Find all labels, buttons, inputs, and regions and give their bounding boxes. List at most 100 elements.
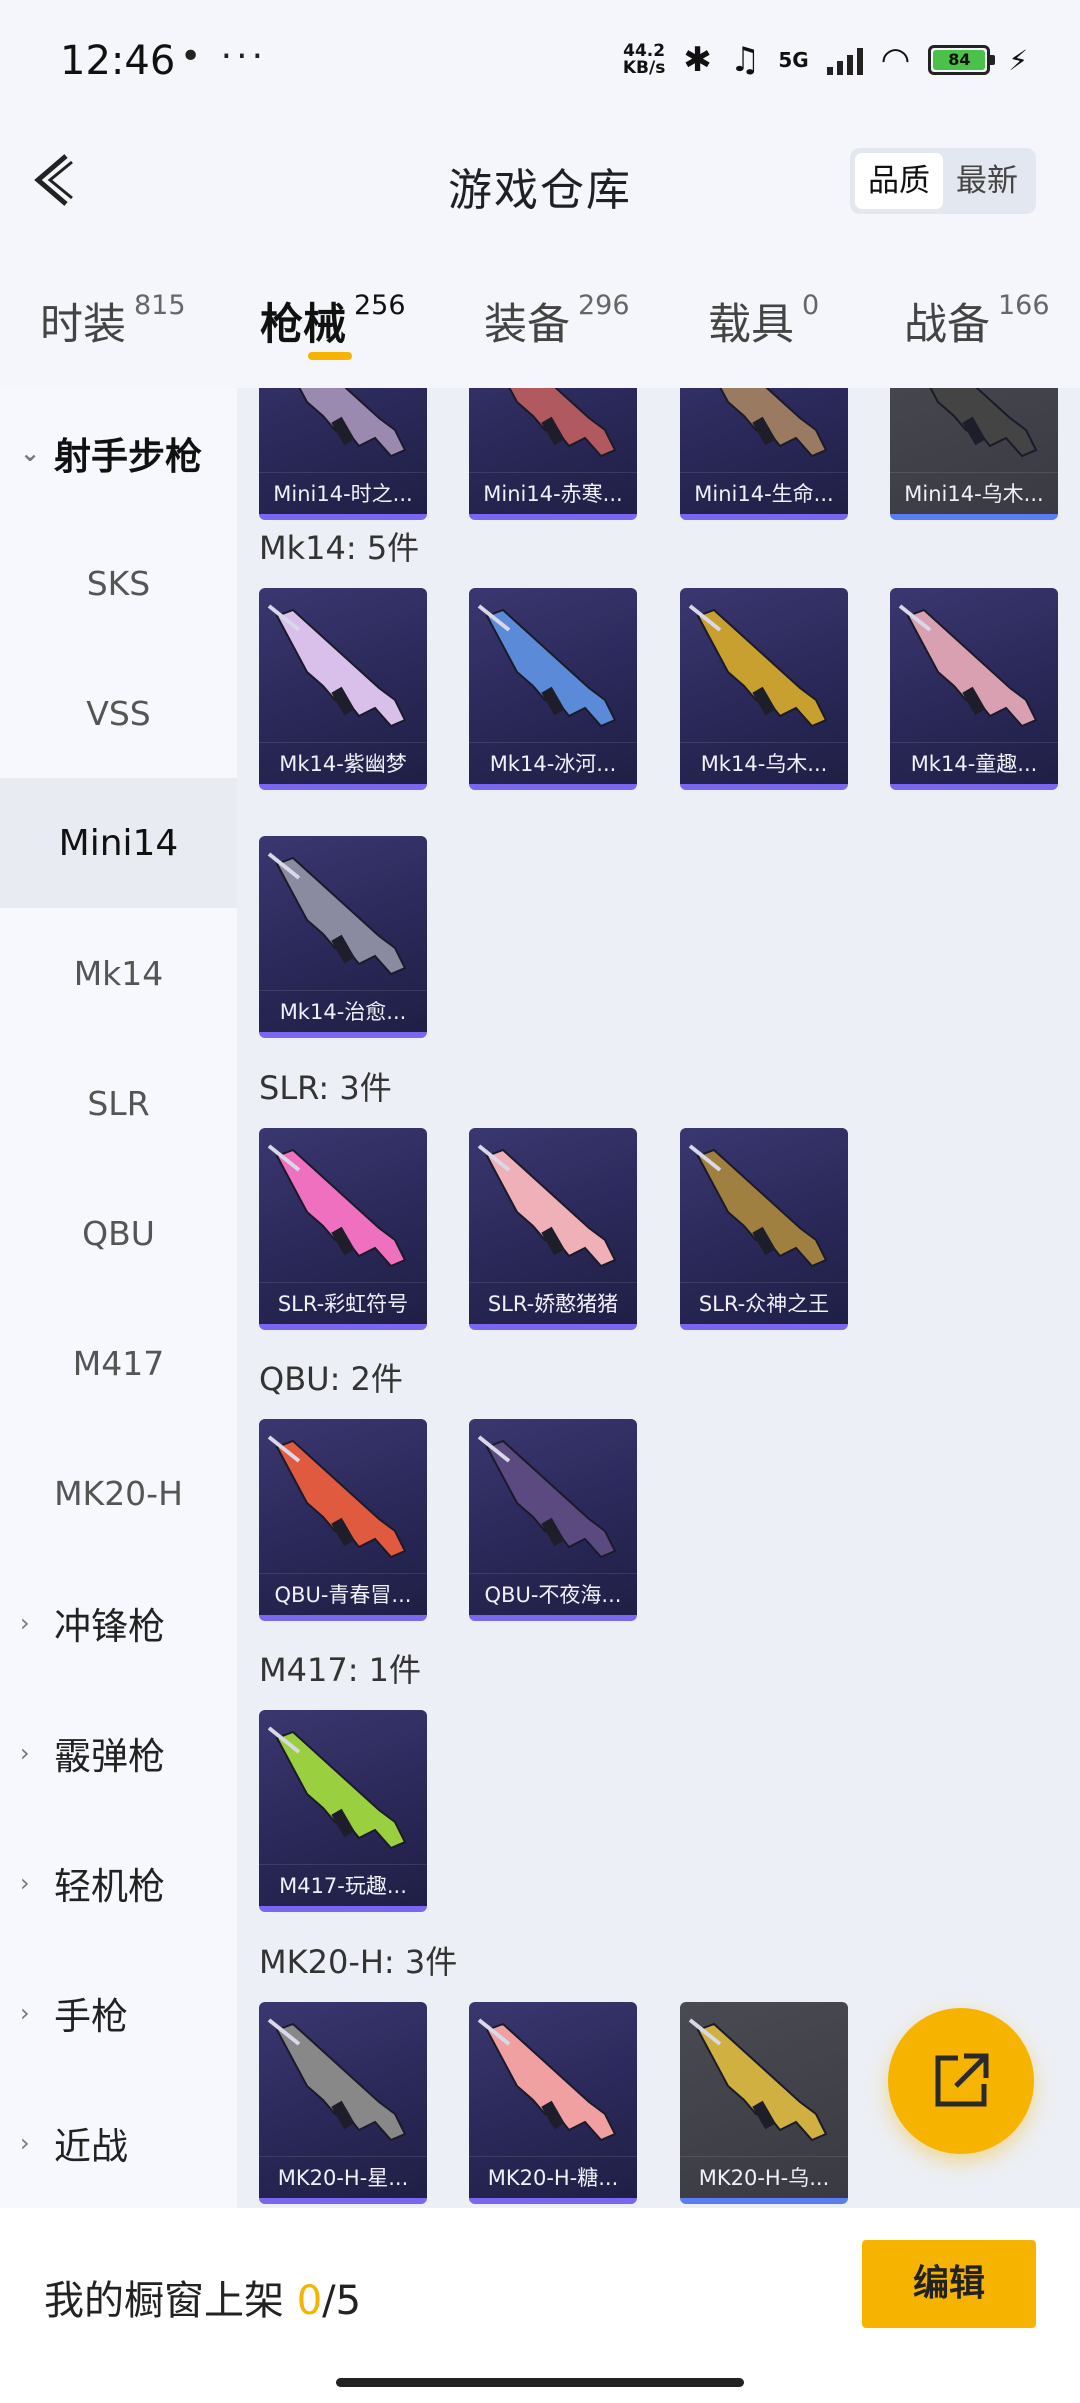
chevron-right-icon: ›	[20, 2129, 30, 2157]
tab-vehicles[interactable]: 载具 0	[708, 290, 819, 352]
item-card[interactable]: Mini14-赤寒...	[469, 388, 637, 520]
sidebar-item-mk14[interactable]: Mk14	[0, 908, 237, 1038]
tab-equipment[interactable]: 装备 296	[484, 290, 630, 352]
edit-button[interactable]: 编辑	[862, 2240, 1036, 2328]
item-card-label: MK20-H-乌...	[680, 2156, 848, 2198]
item-card[interactable]: Mini14-生命...	[680, 388, 848, 520]
header: 游戏仓库 品质 最新	[0, 130, 1080, 230]
sidebar-parent-shotgun[interactable]: › 霰弹枪	[0, 1688, 237, 1818]
item-grid: Mk14: 5件 SLR: 3件 QBU: 2件 M417: 1件 MK20-H…	[237, 388, 1080, 2208]
gun-skin-icon	[508, 388, 617, 458]
chevron-right-icon: ›	[20, 1739, 30, 1767]
item-card-label: Mk14-治愈...	[259, 990, 427, 1032]
sidebar-parent-pistol[interactable]: › 手枪	[0, 1948, 237, 2078]
signal-icon	[826, 45, 863, 75]
item-card[interactable]: Mk14-紫幽梦	[259, 588, 427, 790]
home-indicator[interactable]	[336, 2378, 744, 2387]
item-card-label: Mk14-紫幽梦	[259, 742, 427, 784]
earbuds-icon: ♫	[729, 40, 761, 80]
sidebar-parent-smg[interactable]: › 冲锋枪	[0, 1558, 237, 1688]
sidebar-item-vss[interactable]: VSS	[0, 648, 237, 778]
sidebar-item-mini14[interactable]: Mini14	[0, 778, 237, 908]
sidebar-item-m417[interactable]: M417	[0, 1298, 237, 1428]
sidebar-item-slr[interactable]: SLR	[0, 1038, 237, 1168]
sidebar-parent-lmg[interactable]: › 轻机枪	[0, 1818, 237, 1948]
item-card[interactable]: MK20-H-星...	[259, 2002, 427, 2204]
item-card-label: Mini14-赤寒...	[469, 472, 637, 514]
chevron-right-icon: ›	[20, 1869, 30, 1897]
item-card[interactable]: M417-玩趣...	[259, 1710, 427, 1912]
notification-dots: • ···	[180, 36, 268, 77]
item-card-label: MK20-H-糖...	[469, 2156, 637, 2198]
network-type: 5G	[778, 48, 809, 72]
item-card[interactable]: QBU-不夜海...	[469, 1419, 637, 1621]
status-bar: 12:46 • ··· 44.2 KB/s ✱ ♫ 5G ◠ 84 ⚡	[0, 0, 1080, 130]
sidebar-parent-melee[interactable]: › 近战	[0, 2078, 237, 2208]
sidebar-item-sks[interactable]: SKS	[0, 518, 237, 648]
item-card-label: MK20-H-星...	[259, 2156, 427, 2198]
item-card-label: M417-玩趣...	[259, 1864, 427, 1906]
item-card[interactable]: Mini14-乌木...	[890, 388, 1058, 520]
chevron-right-icon: ›	[20, 1999, 30, 2027]
item-card[interactable]: MK20-H-乌...	[680, 2002, 848, 2204]
sort-toggle[interactable]: 品质 最新	[850, 148, 1036, 214]
gun-skin-icon	[267, 1726, 407, 1850]
item-card[interactable]: Mk14-冰河...	[469, 588, 637, 790]
gun-skin-icon	[477, 1144, 617, 1268]
item-card-label: Mk14-冰河...	[469, 742, 637, 784]
item-card-label: Mini14-时之...	[259, 472, 427, 514]
gun-skin-icon	[267, 1435, 407, 1559]
item-card-label: Mk14-乌木...	[680, 742, 848, 784]
group-title-mk20h: MK20-H: 3件	[259, 1943, 458, 1981]
item-card[interactable]: SLR-彩虹符号	[259, 1128, 427, 1330]
tab-fashion[interactable]: 时装 815	[40, 290, 186, 352]
group-title-m417: M417: 1件	[259, 1651, 422, 1689]
item-card[interactable]: MK20-H-糖...	[469, 2002, 637, 2204]
gun-skin-icon	[267, 604, 407, 728]
wifi-icon: ◠	[880, 40, 911, 80]
item-card[interactable]: Mini14-时之...	[259, 388, 427, 520]
bottom-bar: 我的橱窗上架 0/5 编辑	[0, 2208, 1080, 2403]
gun-skin-icon	[929, 388, 1038, 458]
item-card-label: SLR-彩虹符号	[259, 1282, 427, 1324]
gun-skin-icon	[298, 388, 407, 458]
status-icons: 44.2 KB/s ✱ ♫ 5G ◠ 84 ⚡	[623, 40, 1028, 80]
tab-supplies[interactable]: 战备 166	[904, 290, 1050, 352]
gun-skin-icon	[719, 388, 828, 458]
item-card[interactable]: Mk14-童趣...	[890, 588, 1058, 790]
active-tab-indicator	[308, 352, 352, 360]
gun-skin-icon	[267, 2018, 407, 2142]
share-button[interactable]	[888, 2008, 1034, 2154]
shelf-status: 我的橱窗上架 0/5	[44, 2278, 362, 2324]
gun-skin-icon	[267, 1144, 407, 1268]
gun-skin-icon	[688, 604, 828, 728]
chevron-down-icon: ⌄	[20, 439, 41, 467]
chevron-right-icon: ›	[20, 1609, 30, 1637]
charging-icon: ⚡	[1008, 43, 1028, 77]
item-card-label: Mk14-童趣...	[890, 742, 1058, 784]
gun-skin-icon	[477, 1435, 617, 1559]
gun-skin-icon	[477, 604, 617, 728]
sidebar-item-mk20h[interactable]: MK20-H	[0, 1428, 237, 1558]
item-card[interactable]: SLR-娇憨猪猪	[469, 1128, 637, 1330]
item-card[interactable]: QBU-青春冒...	[259, 1419, 427, 1621]
gun-skin-icon	[477, 2018, 617, 2142]
battery-icon: 84	[928, 45, 996, 75]
group-title-qbu: QBU: 2件	[259, 1360, 403, 1398]
category-tabs: 时装 815 枪械 256 装备 296 载具 0 战备 166	[0, 230, 1080, 388]
tab-guns[interactable]: 枪械 256	[260, 290, 406, 352]
sort-quality[interactable]: 品质	[855, 153, 943, 209]
gun-skin-icon	[688, 1144, 828, 1268]
status-time: 12:46	[60, 38, 176, 84]
item-card[interactable]: Mk14-治愈...	[259, 836, 427, 1038]
sidebar: ⌄ 射手步枪 SKS VSS Mini14 Mk14 SLR QBU M417 M…	[0, 388, 237, 2208]
sort-latest[interactable]: 最新	[943, 153, 1031, 209]
group-title-slr: SLR: 3件	[259, 1069, 392, 1107]
item-card-label: Mini14-生命...	[680, 472, 848, 514]
item-card[interactable]: Mk14-乌木...	[680, 588, 848, 790]
sidebar-parent-marksman[interactable]: ⌄ 射手步枪	[0, 388, 237, 518]
item-card[interactable]: SLR-众神之王	[680, 1128, 848, 1330]
item-card-label: QBU-青春冒...	[259, 1573, 427, 1615]
item-card-label: Mini14-乌木...	[890, 472, 1058, 514]
sidebar-item-qbu[interactable]: QBU	[0, 1168, 237, 1298]
